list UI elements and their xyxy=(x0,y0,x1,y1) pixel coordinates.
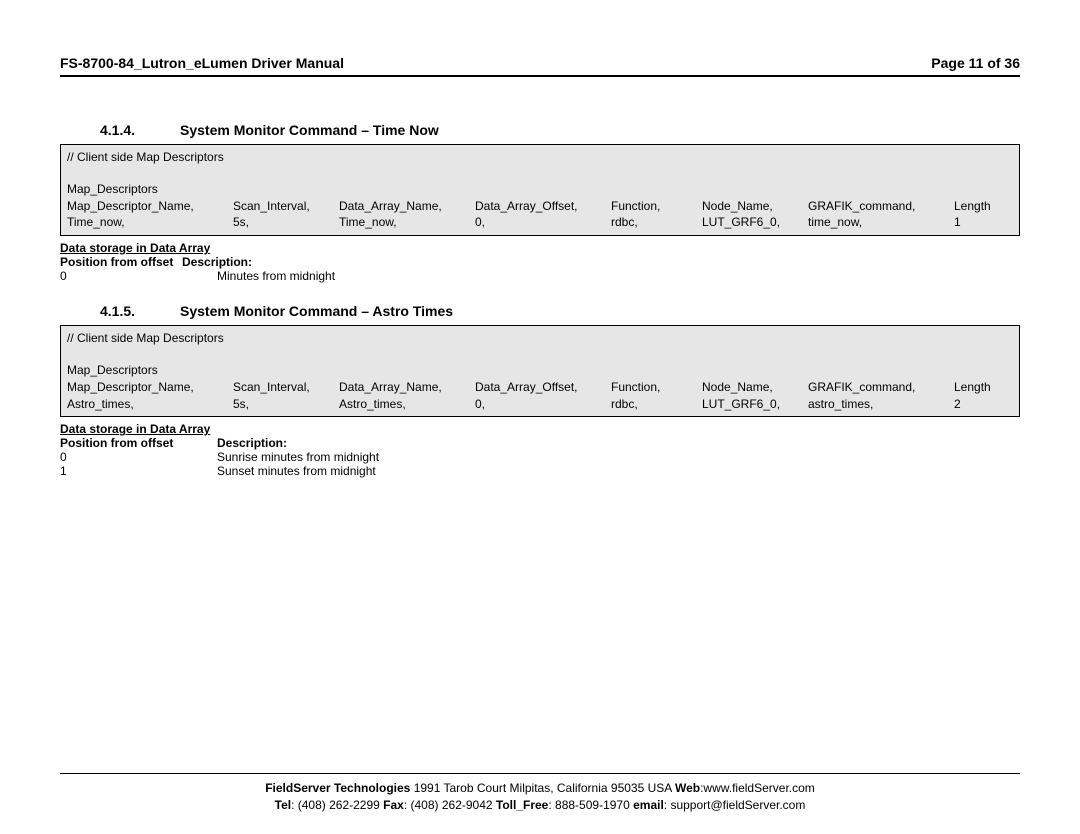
section-415: 4.1.5. System Monitor Command – Astro Ti… xyxy=(60,303,1020,478)
storage-cell: 1 xyxy=(60,464,217,478)
storage-cell: 0 xyxy=(60,450,217,464)
col-header: Function, xyxy=(611,198,702,215)
cell: rdbc, xyxy=(611,396,702,413)
col-header: Scan_Interval, xyxy=(233,379,339,396)
code-declare: Map_Descriptors xyxy=(67,181,1013,198)
section-title: System Monitor Command – Time Now xyxy=(180,122,439,138)
cell: LUT_GRF6_0, xyxy=(702,396,808,413)
col-header: Data_Array_Name, xyxy=(339,379,475,396)
section-heading: 4.1.5. System Monitor Command – Astro Ti… xyxy=(60,303,1020,319)
col-header: Function, xyxy=(611,379,702,396)
cell: 0, xyxy=(475,396,611,413)
cell: Astro_times, xyxy=(67,396,233,413)
storage-cell: Sunset minutes from midnight xyxy=(217,464,376,478)
footer-fax-label: Fax xyxy=(383,798,404,812)
footer: FieldServer Technologies 1991 Tarob Cour… xyxy=(60,773,1020,814)
col-header: Map_Descriptor_Name, xyxy=(67,379,233,396)
storage-title: Data storage in Data Array xyxy=(60,241,1020,255)
footer-web-value: :www.fieldServer.com xyxy=(700,781,815,795)
page-header: FS-8700-84_Lutron_eLumen Driver Manual P… xyxy=(60,55,1020,77)
document-page: FS-8700-84_Lutron_eLumen Driver Manual P… xyxy=(0,0,1080,834)
footer-email-value: : support@fieldServer.com xyxy=(664,798,806,812)
section-title: System Monitor Command – Astro Times xyxy=(180,303,453,319)
section-heading: 4.1.4. System Monitor Command – Time Now xyxy=(60,122,1020,138)
storage-header: Position from offset Description: xyxy=(60,255,1020,269)
cell: astro_times, xyxy=(808,396,954,413)
code-header-row: Map_Descriptor_Name, Scan_Interval, Data… xyxy=(67,379,1013,396)
cell: Time_now, xyxy=(339,214,475,231)
footer-tollfree-label: Toll_Free xyxy=(496,798,548,812)
code-data-row: Astro_times, 5s, Astro_times, 0, rdbc, L… xyxy=(67,396,1013,413)
footer-web-label: Web xyxy=(675,781,700,795)
col-header: Node_Name, xyxy=(702,198,808,215)
col-header: Data_Array_Offset, xyxy=(475,379,611,396)
col-header: GRAFIK_command, xyxy=(808,198,954,215)
col-header: Length xyxy=(954,379,1010,396)
cell: Astro_times, xyxy=(339,396,475,413)
section-number: 4.1.4. xyxy=(100,122,180,138)
section-number: 4.1.5. xyxy=(100,303,180,319)
cell: 5s, xyxy=(233,214,339,231)
cell: 2 xyxy=(954,396,1010,413)
code-comment: // Client side Map Descriptors xyxy=(67,330,1013,347)
cell: LUT_GRF6_0, xyxy=(702,214,808,231)
cell: time_now, xyxy=(808,214,954,231)
footer-fax-value: : (408) 262-9042 xyxy=(404,798,496,812)
col-header: Node_Name, xyxy=(702,379,808,396)
storage-cell: Sunrise minutes from midnight xyxy=(217,450,379,464)
col-header: Length xyxy=(954,198,1010,215)
footer-tollfree-value: : 888-509-1970 xyxy=(548,798,633,812)
cell: 5s, xyxy=(233,396,339,413)
footer-company: FieldServer Technologies xyxy=(265,781,410,795)
storage-header: Position from offset Description: xyxy=(60,436,1020,450)
code-declare: Map_Descriptors xyxy=(67,362,1013,379)
footer-tel-value: : (408) 262-2299 xyxy=(291,798,383,812)
footer-address: 1991 Tarob Court Milpitas, California 95… xyxy=(410,781,675,795)
storage-col-header: Position from offset xyxy=(60,436,217,450)
cell: rdbc, xyxy=(611,214,702,231)
storage-data-row: 0 Sunrise minutes from midnight xyxy=(60,450,1020,464)
cell: Time_now, xyxy=(67,214,233,231)
col-header: GRAFIK_command, xyxy=(808,379,954,396)
footer-tel-label: Tel xyxy=(275,798,291,812)
page-number: Page 11 of 36 xyxy=(931,55,1020,71)
cell: 0, xyxy=(475,214,611,231)
storage-data-row: 0 Minutes from midnight xyxy=(60,269,1020,283)
storage-cell: 0 xyxy=(60,269,217,283)
code-data-row: Time_now, 5s, Time_now, 0, rdbc, LUT_GRF… xyxy=(67,214,1013,231)
storage-col-header: Description: xyxy=(217,436,287,450)
col-header: Data_Array_Name, xyxy=(339,198,475,215)
footer-email-label: email xyxy=(633,798,664,812)
storage-col-header: Description: xyxy=(182,255,252,269)
code-box: // Client side Map Descriptors Map_Descr… xyxy=(60,325,1020,417)
code-box: // Client side Map Descriptors Map_Descr… xyxy=(60,144,1020,236)
storage-col-header: Position from offset xyxy=(60,255,182,269)
doc-title: FS-8700-84_Lutron_eLumen Driver Manual xyxy=(60,55,344,71)
storage-data-row: 1 Sunset minutes from midnight xyxy=(60,464,1020,478)
cell: 1 xyxy=(954,214,1010,231)
col-header: Scan_Interval, xyxy=(233,198,339,215)
col-header: Map_Descriptor_Name, xyxy=(67,198,233,215)
storage-cell: Minutes from midnight xyxy=(217,269,335,283)
storage-title: Data storage in Data Array xyxy=(60,422,1020,436)
section-414: 4.1.4. System Monitor Command – Time Now… xyxy=(60,122,1020,283)
code-header-row: Map_Descriptor_Name, Scan_Interval, Data… xyxy=(67,198,1013,215)
code-comment: // Client side Map Descriptors xyxy=(67,149,1013,166)
col-header: Data_Array_Offset, xyxy=(475,198,611,215)
